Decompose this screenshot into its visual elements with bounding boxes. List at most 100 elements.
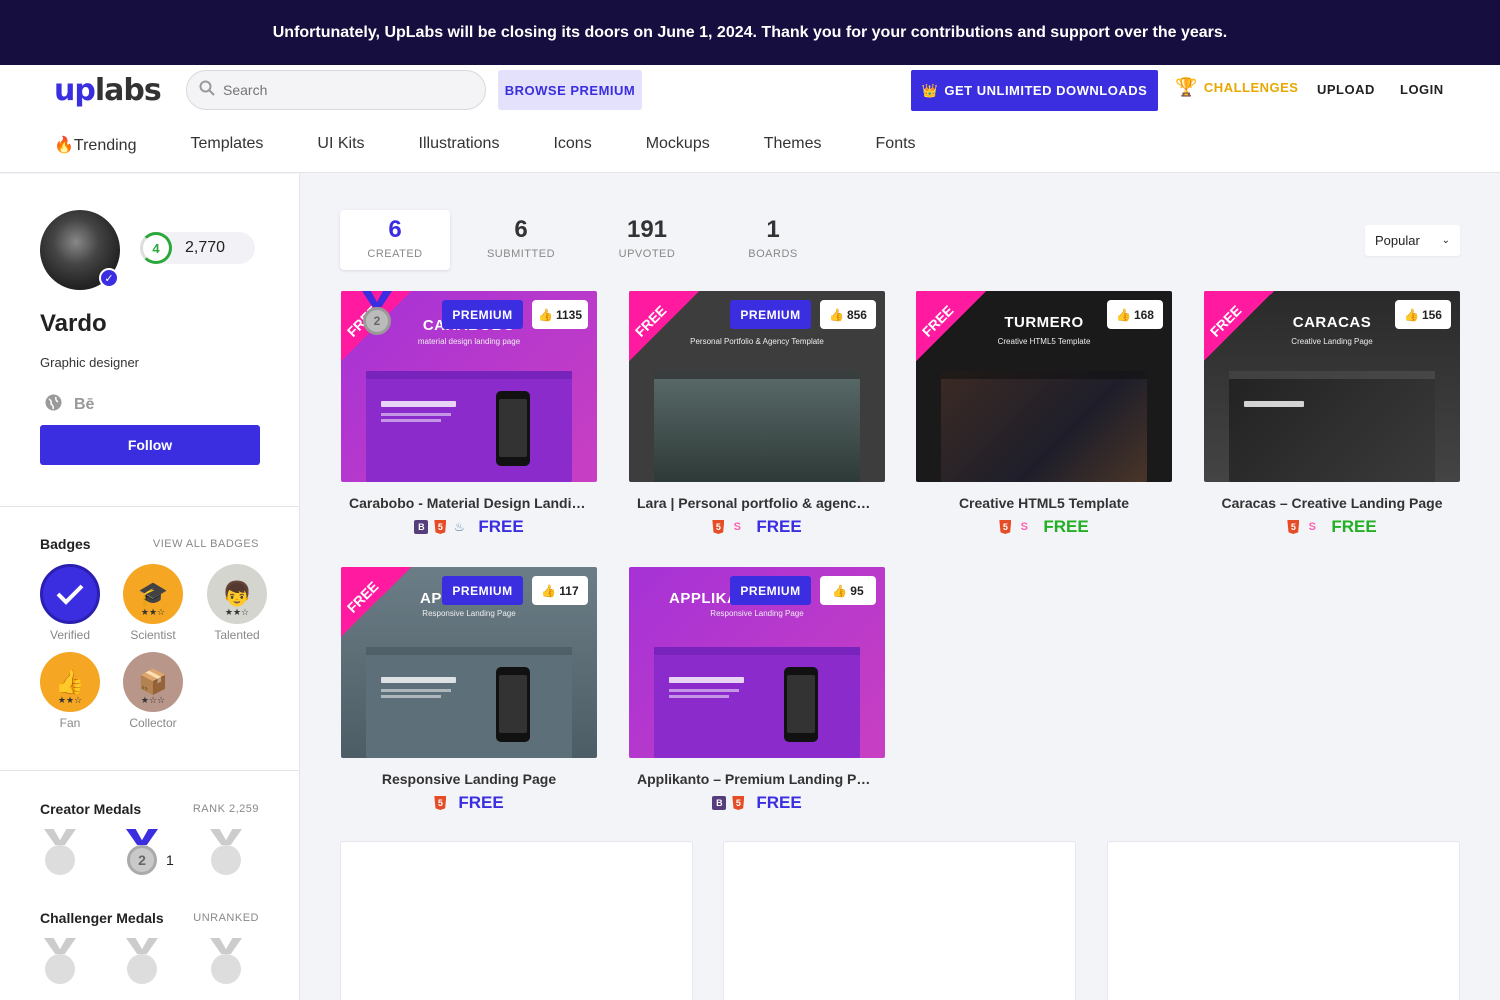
- card-placeholder: [340, 841, 693, 1000]
- login-link[interactable]: LOGIN: [1400, 82, 1444, 97]
- search-input[interactable]: [223, 82, 463, 98]
- badge-verified[interactable]: Verified: [40, 564, 100, 642]
- site-header: uplabs BROWSE PREMIUM 👑 GET UNLIMITED DO…: [0, 65, 1500, 173]
- card-thumbnail[interactable]: FREE Personal Portfolio & Agency Templat…: [629, 291, 885, 482]
- tab-created[interactable]: 6 CREATED: [340, 210, 450, 270]
- thumbs-up-icon: 👍: [541, 583, 557, 598]
- behance-icon[interactable]: Bē: [74, 396, 94, 414]
- price-label: FREE: [478, 517, 524, 536]
- nav-item-mockups[interactable]: Mockups: [646, 135, 710, 155]
- card-placeholder: [1107, 841, 1460, 1000]
- upload-link[interactable]: UPLOAD: [1317, 82, 1375, 97]
- card-title[interactable]: Creative HTML5 Template: [916, 495, 1172, 511]
- medal-icon: [40, 829, 80, 875]
- follow-button[interactable]: Follow: [40, 425, 260, 465]
- card-tools: 5 FREE: [341, 793, 597, 813]
- check-icon: [40, 564, 100, 624]
- nav-item-ui-kits[interactable]: UI Kits: [317, 135, 364, 155]
- banner-text: Unfortunately, UpLabs will be closing it…: [272, 23, 1228, 41]
- search-icon: [199, 80, 215, 101]
- badge-collector[interactable]: 📦 ★☆☆ Collector: [123, 652, 183, 730]
- html5-icon: 5: [712, 520, 725, 534]
- design-card[interactable]: APPLIKA Responsive Landing Page PREMIUM …: [629, 567, 885, 813]
- nav-item-illustrations[interactable]: Illustrations: [419, 135, 500, 155]
- design-card[interactable]: FREE Personal Portfolio & Agency Templat…: [629, 291, 885, 537]
- sort-dropdown[interactable]: Popular ⌄: [1365, 225, 1460, 256]
- card-title[interactable]: Lara | Personal portfolio & agency templ…: [629, 495, 885, 511]
- like-button[interactable]: 👍 1135: [532, 300, 588, 329]
- challenges-label: CHALLENGES: [1203, 80, 1299, 95]
- badge-fan[interactable]: 👍 ★★☆ Fan: [40, 652, 100, 730]
- design-card[interactable]: FREE CARABOBO material design landing pa…: [341, 291, 597, 537]
- card-thumbnail[interactable]: APPLIKA Responsive Landing Page PREMIUM …: [629, 567, 885, 758]
- thumbs-up-icon: 👍: [1116, 307, 1131, 322]
- trophy-icon: 🏆: [1175, 77, 1198, 97]
- medal-icon: [122, 938, 162, 984]
- badge-talented[interactable]: 👦 ★★☆ Talented: [207, 564, 267, 642]
- nav-item-fonts[interactable]: Fonts: [876, 135, 916, 155]
- tab-upvoted[interactable]: 191 UPVOTED: [592, 210, 702, 270]
- creator-rank: RANK 2,259: [192, 803, 259, 815]
- challenger-medals-title: Challenger Medals: [40, 910, 164, 926]
- card-title[interactable]: Carabobo - Material Design Landing Page: [341, 495, 597, 511]
- price-label: FREE: [1043, 517, 1089, 536]
- card-title[interactable]: Caracas – Creative Landing Page: [1204, 495, 1460, 511]
- html5-icon: 5: [999, 520, 1012, 534]
- challenges-link[interactable]: 🏆 CHALLENGES: [1175, 77, 1298, 98]
- thumbs-up-icon: 👍: [1404, 307, 1419, 322]
- design-card[interactable]: FREE CARACAS Creative Landing Page 👍 156 …: [1204, 291, 1460, 537]
- nav-item-icons[interactable]: Icons: [553, 135, 591, 155]
- user-score: 4 2,770: [140, 232, 255, 264]
- nav-item-trending[interactable]: 🔥Trending: [54, 135, 136, 155]
- tab-boards[interactable]: 1 BOARDS: [718, 210, 828, 270]
- like-button[interactable]: 👍 95: [820, 576, 876, 605]
- html5-icon: 5: [434, 796, 447, 810]
- sort-value: Popular: [1375, 233, 1420, 248]
- nav-item-templates[interactable]: Templates: [190, 135, 263, 155]
- design-card[interactable]: FREE TURMERO Creative HTML5 Template 👍 16…: [916, 291, 1172, 537]
- card-title[interactable]: Applikanto – Premium Landing Page: [629, 771, 885, 787]
- html5-icon: 5: [1287, 520, 1300, 534]
- like-button[interactable]: 👍 168: [1107, 300, 1163, 329]
- card-tools: B 5 ♨ FREE: [341, 517, 597, 537]
- nav-item-themes[interactable]: Themes: [764, 135, 822, 155]
- premium-badge: PREMIUM: [442, 576, 523, 605]
- price-label: FREE: [458, 793, 504, 812]
- search-box[interactable]: [186, 70, 486, 110]
- badges-title: Badges: [40, 536, 91, 552]
- profile-stats-tabs: 6 CREATED 6 SUBMITTED 191 UPVOTED 1 BOARDS: [340, 210, 844, 270]
- like-button[interactable]: 👍 856: [820, 300, 876, 329]
- silver-medal-icon[interactable]: 2: [122, 829, 162, 875]
- card-thumbnail[interactable]: FREE TURMERO Creative HTML5 Template 👍 16…: [916, 291, 1172, 482]
- tab-submitted[interactable]: 6 SUBMITTED: [466, 210, 576, 270]
- design-card[interactable]: FREE AP Responsive Landing Page PREMIUM …: [341, 567, 597, 813]
- html5-icon: 5: [434, 520, 447, 534]
- card-thumbnail[interactable]: FREE CARACAS Creative Landing Page 👍 156: [1204, 291, 1460, 482]
- view-all-badges-link[interactable]: VIEW ALL BADGES: [153, 538, 259, 550]
- chevron-down-icon: ⌄: [1441, 235, 1450, 246]
- category-nav: 🔥Trending Templates UI Kits Illustration…: [54, 135, 916, 155]
- medal-icon: [40, 938, 80, 984]
- globe-icon[interactable]: [45, 394, 62, 416]
- browse-premium-button[interactable]: BROWSE PREMIUM: [498, 70, 642, 110]
- thumbs-up-icon: 👍: [829, 307, 844, 322]
- card-thumbnail[interactable]: FREE AP Responsive Landing Page PREMIUM …: [341, 567, 597, 758]
- like-button[interactable]: 👍 156: [1395, 300, 1451, 329]
- card-tools: B 5 FREE: [629, 793, 885, 813]
- profile-sidebar: ✓ 4 2,770 Vardo Graphic designer Bē Foll…: [0, 174, 300, 1000]
- java-icon: ♨: [453, 520, 465, 534]
- bootstrap-icon: B: [712, 796, 727, 810]
- card-title[interactable]: Responsive Landing Page: [341, 771, 597, 787]
- like-button[interactable]: 👍 117: [532, 576, 588, 605]
- points-value: 2,770: [185, 239, 226, 256]
- uplabs-logo[interactable]: uplabs: [54, 73, 162, 108]
- sass-icon: S: [1020, 521, 1028, 533]
- price-label: FREE: [756, 793, 802, 812]
- level-indicator: 4: [140, 232, 172, 264]
- premium-badge: PREMIUM: [730, 576, 811, 605]
- get-unlimited-downloads-button[interactable]: 👑 GET UNLIMITED DOWNLOADS: [911, 70, 1158, 111]
- card-thumbnail[interactable]: FREE CARABOBO material design landing pa…: [341, 291, 597, 482]
- profile-name: Vardo: [40, 310, 107, 337]
- badge-scientist[interactable]: 🎓 ★★☆ Scientist: [123, 564, 183, 642]
- thumbs-up-icon: 👍 ★★☆: [40, 652, 100, 712]
